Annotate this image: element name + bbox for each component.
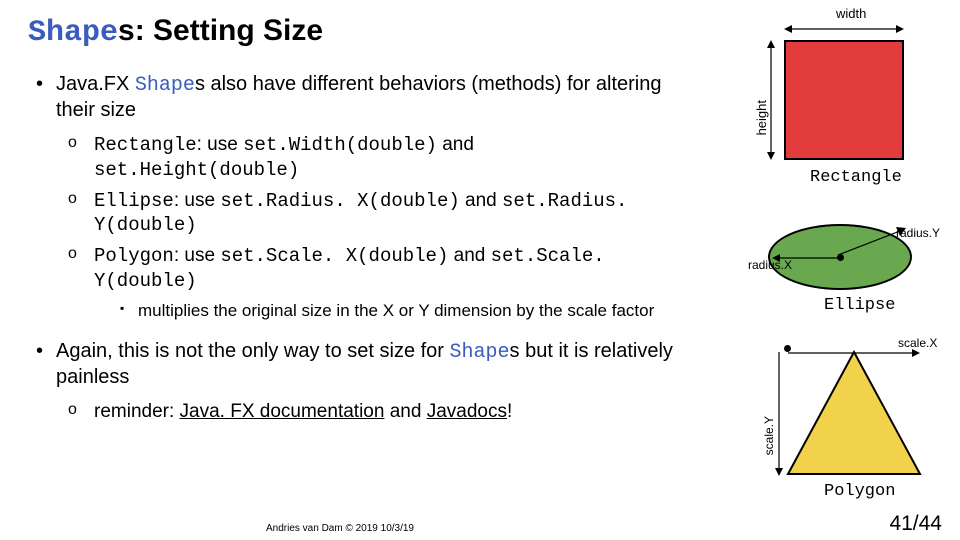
text: ! <box>507 401 512 422</box>
diagrams-column: width height Rectangle radius.X radius.Y… <box>700 0 960 540</box>
keyword-shape: Shape <box>450 341 510 364</box>
bullet-sub-ellipse: Ellipse: use set.Radius. X(double) and s… <box>68 189 678 239</box>
height-arrow-icon <box>766 40 776 160</box>
rectangle-shape <box>784 40 904 160</box>
bullet-main-1: Java.FX Shapes also have different behav… <box>36 72 678 123</box>
bullet-subsub-scale: multiplies the original size in the X or… <box>120 300 678 321</box>
slide-title: Shapes: Setting Size <box>28 14 323 50</box>
text: and <box>460 190 502 211</box>
title-keyword: Shape <box>28 16 118 50</box>
method: set.Height(double) <box>94 159 299 181</box>
page-number: 41/44 <box>889 512 942 536</box>
scaley-arrow-icon <box>774 352 784 476</box>
width-arrow-icon <box>784 24 904 34</box>
text: and <box>448 245 490 266</box>
ellipse-caption: Ellipse <box>824 296 895 315</box>
link-javafx-doc[interactable]: Java. FX documentation <box>180 401 385 422</box>
text: : use <box>174 245 220 266</box>
link-javadocs[interactable]: Javadocs <box>427 401 507 422</box>
footer-text: Andries van Dam © 2019 10/3/19 <box>0 523 680 534</box>
keyword-polygon: Polygon <box>94 245 174 267</box>
bullet-sub-rectangle: Rectangle: use set.Width(double) and set… <box>68 133 678 183</box>
bullet-sub-reminder: reminder: Java. FX documentation and Jav… <box>68 400 678 424</box>
method: set.Radius. X(double) <box>220 190 459 212</box>
text: Java.FX <box>56 73 135 95</box>
content-area: Java.FX Shapes also have different behav… <box>28 72 678 430</box>
rectangle-caption: Rectangle <box>810 168 902 187</box>
triangle-shape <box>784 348 924 478</box>
text: Again, this is not the only way to set s… <box>56 340 450 362</box>
keyword-shape: Shape <box>135 74 195 97</box>
text: and <box>384 401 426 422</box>
text: : use <box>197 134 243 155</box>
text: and <box>437 134 474 155</box>
bullet-main-2: Again, this is not the only way to set s… <box>36 339 678 390</box>
text: : use <box>174 190 220 211</box>
radiusy-label: radius.Y <box>896 226 940 240</box>
width-label: width <box>836 6 866 21</box>
text: reminder: <box>94 401 180 422</box>
polygon-caption: Polygon <box>824 482 895 501</box>
keyword-ellipse: Ellipse <box>94 190 174 212</box>
radiusx-label: radius.X <box>748 258 792 272</box>
text: multiplies the original size in the X or… <box>138 301 654 320</box>
title-suffix: s: Setting Size <box>118 14 323 47</box>
bullet-sub-polygon: Polygon: use set.Scale. X(double) and se… <box>68 244 678 294</box>
method: set.Width(double) <box>243 134 437 156</box>
ellipse-center-dot-icon <box>837 254 844 261</box>
method: set.Scale. X(double) <box>220 245 448 267</box>
keyword-rectangle: Rectangle <box>94 134 197 156</box>
